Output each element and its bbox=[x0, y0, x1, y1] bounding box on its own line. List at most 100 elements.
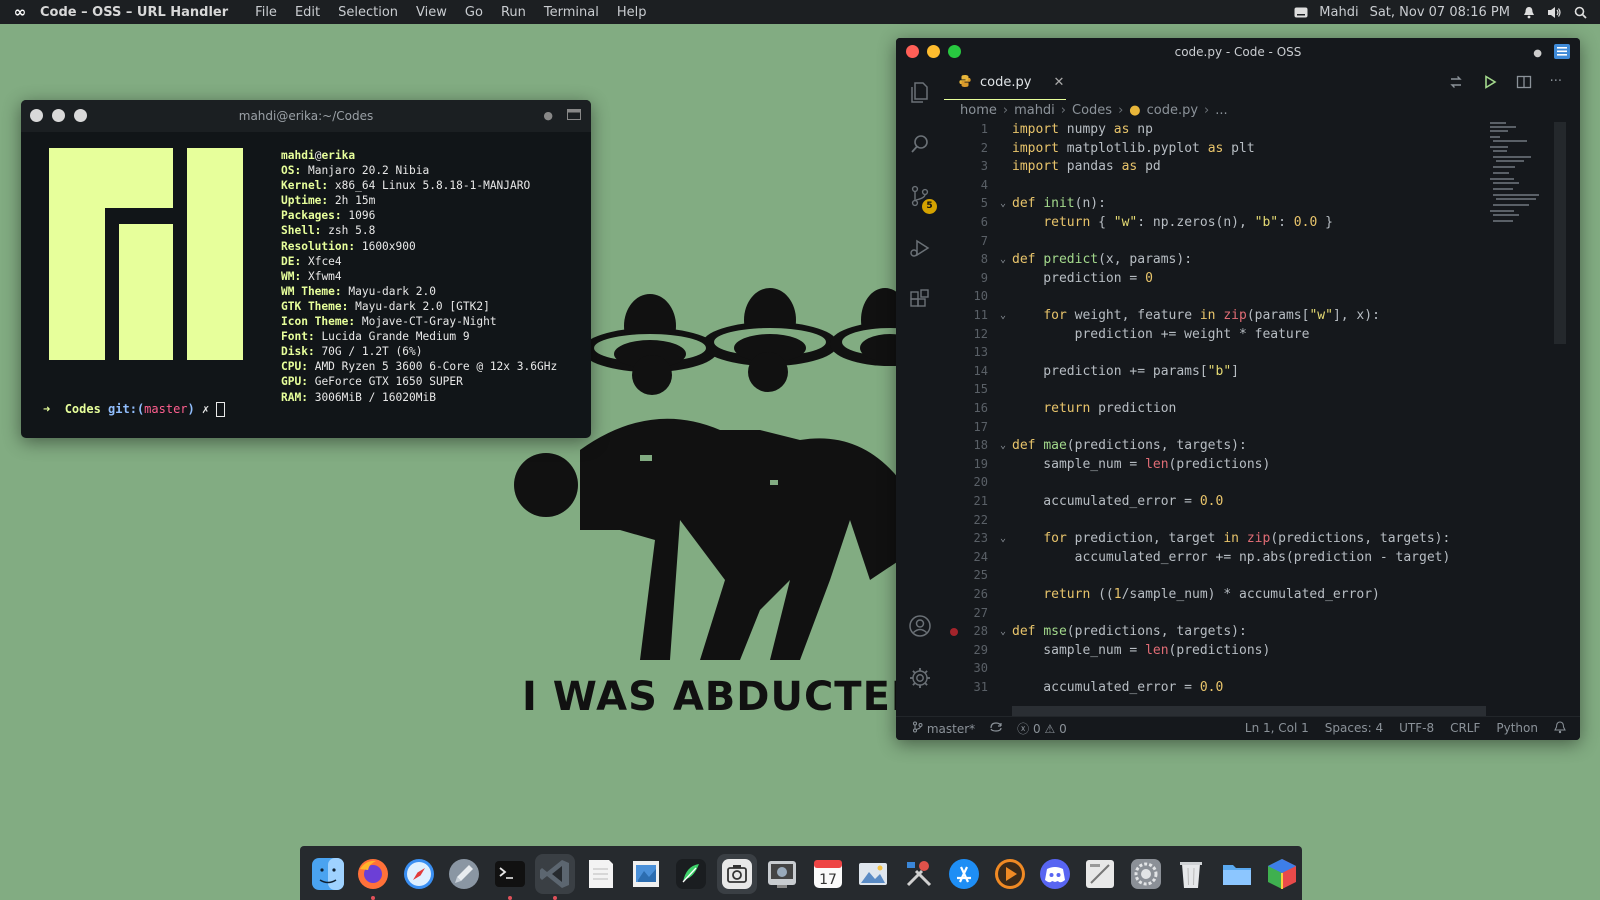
finder-icon[interactable] bbox=[308, 854, 347, 894]
language-mode[interactable]: Python bbox=[1496, 721, 1538, 737]
menu-go[interactable]: Go bbox=[456, 5, 492, 20]
code-line[interactable]: 17 bbox=[944, 418, 1504, 437]
code-line[interactable]: 30 bbox=[944, 659, 1504, 678]
menu-file[interactable]: File bbox=[246, 5, 286, 20]
discord-icon[interactable] bbox=[1035, 854, 1074, 894]
code-line[interactable]: 8 ⌄ def predict(x, params): bbox=[944, 250, 1504, 269]
safari-icon[interactable] bbox=[399, 854, 438, 894]
code-line[interactable]: 3 import pandas as pd bbox=[944, 157, 1504, 176]
keyboard-icon[interactable] bbox=[1293, 5, 1308, 20]
image-viewer-icon[interactable] bbox=[853, 854, 892, 894]
photo-viewer-icon[interactable] bbox=[763, 854, 802, 894]
code-line[interactable]: 13 bbox=[944, 343, 1504, 362]
code-line[interactable]: 25 bbox=[944, 566, 1504, 585]
settings-gear-icon[interactable] bbox=[908, 666, 932, 690]
preview-icon[interactable] bbox=[626, 854, 665, 894]
code-line[interactable]: 22 bbox=[944, 511, 1504, 530]
encoding[interactable]: UTF-8 bbox=[1399, 721, 1434, 737]
code-line[interactable]: 27 bbox=[944, 604, 1504, 623]
code-line[interactable]: 12 prediction += weight * feature bbox=[944, 325, 1504, 344]
fold-chevron-icon[interactable]: ⌄ bbox=[1000, 306, 1006, 325]
notes-icon[interactable] bbox=[581, 854, 620, 894]
mockup-icon[interactable] bbox=[1081, 854, 1120, 894]
explorer-icon[interactable] bbox=[908, 80, 932, 104]
code-line[interactable]: 31 accumulated_error = 0.0 bbox=[944, 678, 1504, 697]
code-line[interactable]: 16 return prediction bbox=[944, 399, 1504, 418]
files-icon[interactable] bbox=[1217, 854, 1256, 894]
open-changes-icon[interactable] bbox=[1448, 74, 1464, 94]
minimize-button[interactable] bbox=[52, 109, 65, 122]
menu-view[interactable]: View bbox=[407, 5, 456, 20]
bell-icon[interactable] bbox=[1521, 5, 1536, 20]
sticky-dot-icon[interactable]: ● bbox=[543, 109, 553, 123]
horizontal-scrollbar[interactable] bbox=[1012, 706, 1486, 716]
breadcrumb-symbol[interactable]: ... bbox=[1215, 103, 1227, 118]
split-editor-icon[interactable] bbox=[1516, 74, 1532, 94]
breadcrumb-mahdi[interactable]: mahdi bbox=[1014, 103, 1055, 118]
code-oss-window[interactable]: code.py - Code - OSS ● 5 code.py ✕ ··· h… bbox=[896, 38, 1580, 740]
volume-icon[interactable] bbox=[1547, 5, 1562, 20]
menu-terminal[interactable]: Terminal bbox=[535, 5, 608, 20]
code-line[interactable]: 14 prediction += params["b"] bbox=[944, 362, 1504, 381]
media-player-icon[interactable] bbox=[990, 854, 1029, 894]
search-icon[interactable] bbox=[908, 132, 932, 156]
feather-icon[interactable] bbox=[672, 854, 711, 894]
maximize-button[interactable] bbox=[948, 45, 961, 58]
terminal-icon[interactable] bbox=[490, 854, 529, 900]
infinity-menu-icon[interactable]: ∞ bbox=[0, 3, 40, 21]
sync-icon[interactable] bbox=[989, 721, 1003, 736]
code-line[interactable]: 18 ⌄ def mae(predictions, targets): bbox=[944, 436, 1504, 455]
minimap[interactable] bbox=[1490, 122, 1550, 242]
launchpad-icon[interactable] bbox=[444, 854, 483, 894]
code-line[interactable]: 4 bbox=[944, 176, 1504, 195]
code-line[interactable]: 29 sample_num = len(predictions) bbox=[944, 641, 1504, 660]
branch-status[interactable]: master* bbox=[912, 721, 975, 736]
calendar-icon[interactable]: 17 bbox=[808, 854, 847, 894]
fold-chevron-icon[interactable]: ⌄ bbox=[1000, 436, 1006, 455]
system-preferences-icon[interactable] bbox=[1126, 854, 1165, 894]
breadcrumb-home[interactable]: home bbox=[960, 103, 997, 118]
vscode-icon[interactable] bbox=[535, 854, 575, 900]
maximize-button[interactable] bbox=[74, 109, 87, 122]
code-line[interactable]: 26 return ((1/sample_num) * accumulated_… bbox=[944, 585, 1504, 604]
fold-chevron-icon[interactable]: ⌄ bbox=[1000, 529, 1006, 548]
fold-chevron-icon[interactable]: ⌄ bbox=[1000, 250, 1006, 269]
breadcrumb-codes[interactable]: Codes bbox=[1072, 103, 1112, 118]
code-line[interactable]: 2 import matplotlib.pyplot as plt bbox=[944, 139, 1504, 158]
menu-selection[interactable]: Selection bbox=[329, 5, 407, 20]
code-line[interactable]: 15 bbox=[944, 380, 1504, 399]
clock[interactable]: Sat, Nov 07 08:16 PM bbox=[1370, 5, 1510, 20]
code-line[interactable]: 11 ⌄ for weight, feature in zip(params["w… bbox=[944, 306, 1504, 325]
close-button[interactable] bbox=[30, 109, 43, 122]
user-name[interactable]: Mahdi bbox=[1319, 5, 1358, 20]
more-actions-icon[interactable]: ··· bbox=[1550, 74, 1562, 94]
close-button[interactable] bbox=[906, 45, 919, 58]
shell-prompt[interactable]: ➜ Codes git:(master) ✗ bbox=[43, 402, 226, 417]
code-line[interactable]: 24 accumulated_error += np.abs(predictio… bbox=[944, 548, 1504, 567]
tab-code-py[interactable]: code.py ✕ bbox=[944, 66, 1066, 100]
code-line[interactable]: 5 ⌄ def init(n): bbox=[944, 194, 1504, 213]
trash-icon[interactable] bbox=[1172, 854, 1211, 894]
fold-chevron-icon[interactable]: ⌄ bbox=[1000, 622, 1006, 641]
search-icon[interactable] bbox=[1573, 5, 1588, 20]
problems-status[interactable]: ⓧ 0 ⚠ 0 bbox=[1017, 720, 1067, 737]
fold-chevron-icon[interactable]: ⌄ bbox=[1000, 194, 1006, 213]
vertical-scrollbar[interactable] bbox=[1554, 122, 1566, 344]
code-line[interactable]: 1 import numpy as np bbox=[944, 120, 1504, 139]
code-line[interactable]: 28 ⌄ def mse(predictions, targets): bbox=[944, 622, 1504, 641]
minimize-button[interactable] bbox=[927, 45, 940, 58]
line-ending[interactable]: CRLF bbox=[1450, 721, 1480, 737]
code-line[interactable]: 23 ⌄ for prediction, target in zip(predic… bbox=[944, 529, 1504, 548]
extensions-icon[interactable] bbox=[908, 288, 932, 312]
notifications-bell-icon[interactable] bbox=[1554, 721, 1566, 737]
utilities-icon[interactable] bbox=[899, 854, 938, 894]
menu-edit[interactable]: Edit bbox=[286, 5, 329, 20]
breadcrumb-file[interactable]: code.py bbox=[1147, 103, 1198, 118]
code-line[interactable]: 9 prediction = 0 bbox=[944, 269, 1504, 288]
menu-help[interactable]: Help bbox=[608, 5, 656, 20]
account-icon[interactable] bbox=[908, 614, 932, 638]
terminal-window[interactable]: mahdi@erika:~/Codes ● mahdi@erika OS: Ma… bbox=[21, 100, 591, 438]
menu-run[interactable]: Run bbox=[492, 5, 535, 20]
code-line[interactable]: 7 bbox=[944, 232, 1504, 251]
window-menu-icon[interactable] bbox=[1554, 44, 1570, 62]
